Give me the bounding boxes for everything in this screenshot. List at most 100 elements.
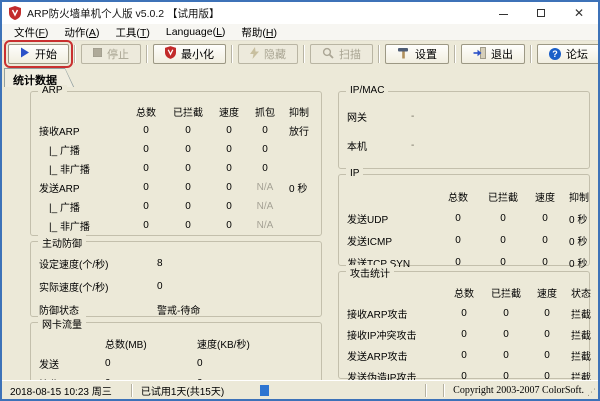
cell-value: 0 bbox=[247, 144, 283, 155]
arp-group-title: ARP bbox=[38, 85, 67, 96]
toolbar-button-settings[interactable]: 设置 bbox=[385, 44, 449, 64]
cell-value: 0 bbox=[445, 329, 483, 340]
menu-item-a[interactable]: 动作(A) bbox=[56, 24, 107, 41]
cell-value: 0 bbox=[151, 281, 317, 292]
cell-value: 0 bbox=[445, 350, 483, 361]
column-header: 总数 bbox=[437, 189, 479, 204]
row-label: |_ 广播 bbox=[39, 199, 127, 214]
menu-item-l[interactable]: Language(L) bbox=[158, 25, 234, 39]
window-controls: ✕ bbox=[484, 2, 598, 24]
toolbar-button-label: 隐藏 bbox=[264, 46, 286, 62]
table-row: 本机- bbox=[347, 131, 585, 160]
cell-extra: 放行 bbox=[283, 123, 317, 138]
cell-value: 0 bbox=[479, 257, 527, 268]
status-bar: 2018-08-15 10:23 周三 已试用1天(共15天) Copyrigh… bbox=[2, 380, 598, 399]
table-row: 网关- bbox=[347, 102, 585, 131]
toolbar-button-minimize[interactable]: 最小化 bbox=[153, 44, 226, 64]
table-row: 发送ICMP0000 秒 bbox=[347, 229, 585, 251]
row-label: 接收ARP bbox=[39, 123, 127, 138]
cell-value: 0 bbox=[529, 329, 565, 340]
row-label: 接收IP冲突攻击 bbox=[347, 327, 445, 342]
attack-stats-group: 攻击统计 总数已拦截速度状态接收ARP攻击000拦截接收IP冲突攻击000拦截发… bbox=[338, 271, 590, 379]
cell-value: 0 bbox=[165, 144, 211, 155]
close-icon[interactable]: ✕ bbox=[560, 2, 598, 24]
cell-value: 8 bbox=[151, 258, 317, 269]
table-row: 实际速度(个/秒)0 bbox=[39, 275, 317, 298]
status-empty bbox=[427, 381, 443, 399]
menu-bar: 文件(F)动作(A)工具(T)Language(L)帮助(H) bbox=[2, 24, 598, 41]
maximize-icon[interactable] bbox=[522, 2, 560, 24]
table-header-row: 总数已拦截速度抑制 bbox=[347, 185, 585, 207]
toolbar-button-label: 扫描 bbox=[339, 46, 361, 62]
question-icon: ? bbox=[549, 48, 561, 60]
column-header: 速度(KB/秒) bbox=[197, 336, 317, 351]
stop-icon bbox=[93, 48, 102, 60]
toolbar-button-start[interactable]: 开始 bbox=[8, 44, 69, 64]
cell-value: 0 bbox=[445, 308, 483, 319]
toolbar-button-scan[interactable]: 扫描 bbox=[310, 44, 373, 64]
menu-item-h[interactable]: 帮助(H) bbox=[233, 24, 285, 41]
ip-mac-group: IP/MAC 网关-本机- bbox=[338, 91, 590, 169]
toolbar-button-exit[interactable]: 退出 bbox=[461, 44, 525, 64]
table-row: 接收IP冲突攻击000拦截 bbox=[347, 324, 585, 345]
cell-value: 0 bbox=[211, 163, 247, 174]
status-copyright: Copyright 2003-2007 ColorSoft. bbox=[445, 381, 598, 399]
resize-grip-icon[interactable]: ⋰ bbox=[587, 387, 596, 398]
ip-group-title: IP bbox=[346, 168, 363, 179]
cell-extra: 拦截 bbox=[565, 306, 591, 321]
toolbar-button-forum[interactable]: ? 论坛 bbox=[537, 44, 600, 64]
minimize-icon[interactable] bbox=[484, 2, 522, 24]
left-column: ARP 总数已拦截速度抓包抑制接收ARP0000放行|_ 广播0000|_ 非广… bbox=[30, 91, 322, 391]
cell-extra: 0 秒 bbox=[563, 233, 587, 248]
cell-value: 0 bbox=[165, 182, 211, 193]
toolbar-button-stop[interactable]: 停止 bbox=[81, 44, 141, 64]
exit-door-icon bbox=[473, 47, 486, 62]
menu-item-f[interactable]: 文件(F) bbox=[6, 24, 56, 41]
cell-extra: 0 秒 bbox=[283, 180, 317, 195]
row-label: 设定速度(个/秒) bbox=[39, 256, 151, 271]
active-defense-group-title: 主动防御 bbox=[38, 235, 86, 250]
status-trial-text: 已试用1天(共15天) bbox=[141, 383, 224, 398]
tab-strip: 统计数据 bbox=[2, 67, 598, 87]
app-shield-icon bbox=[165, 46, 176, 62]
active-defense-group: 主动防御 设定速度(个/秒)8实际速度(个/秒)0防御状态警戒-待命 bbox=[30, 241, 322, 317]
toolbar-button-hide[interactable]: 隐藏 bbox=[238, 44, 298, 64]
cell-value: 0 bbox=[437, 235, 479, 246]
cell-value: 0 bbox=[127, 201, 165, 212]
table-row: 接收ARP0000放行 bbox=[39, 121, 317, 140]
row-label: 防御状态 bbox=[39, 302, 151, 317]
column-header: 速度 bbox=[211, 104, 247, 119]
cell-value: 0 bbox=[527, 235, 563, 246]
play-icon bbox=[20, 47, 30, 61]
hammer-icon bbox=[397, 47, 410, 62]
trial-marker-icon bbox=[260, 385, 269, 396]
row-label: 本机 bbox=[347, 138, 405, 153]
status-trial: 已试用1天(共15天) bbox=[133, 381, 425, 399]
cell-value: 0 bbox=[105, 358, 197, 369]
column-header: 抓包 bbox=[247, 104, 283, 119]
cell-value: N/A bbox=[247, 182, 283, 193]
cell-value: 0 bbox=[527, 257, 563, 268]
table-row: |_ 非广播000N/A bbox=[39, 216, 317, 235]
cell-value: 0 bbox=[165, 163, 211, 174]
title-bar: ARP防火墙单机个人版 v5.0.2 【试用版】 ✕ bbox=[2, 2, 598, 24]
table-row: |_ 广播0000 bbox=[39, 140, 317, 159]
app-window: ARP防火墙单机个人版 v5.0.2 【试用版】 ✕ 文件(F)动作(A)工具(… bbox=[0, 0, 600, 401]
row-label: 发送ARP bbox=[39, 180, 127, 195]
toolbar-separator bbox=[454, 45, 456, 63]
toolbar-separator bbox=[74, 45, 76, 63]
cell-extra: 拦截 bbox=[565, 348, 591, 363]
column-header: 状态 bbox=[565, 285, 591, 300]
toolbar-button-label: 论坛 bbox=[566, 46, 588, 62]
toolbar-button-label: 退出 bbox=[491, 46, 513, 62]
statistics-page: ARP 总数已拦截速度抓包抑制接收ARP0000放行|_ 广播0000|_ 非广… bbox=[2, 87, 598, 380]
column-header: 总数 bbox=[127, 104, 165, 119]
cell-value: 0 bbox=[211, 125, 247, 136]
toolbar-separator bbox=[146, 45, 148, 63]
cell-value: 0 bbox=[483, 308, 529, 319]
table-row: |_ 广播000N/A bbox=[39, 197, 317, 216]
table-row: 发送UDP0000 秒 bbox=[347, 207, 585, 229]
menu-item-t[interactable]: 工具(T) bbox=[107, 24, 157, 41]
cell-value: 0 bbox=[127, 144, 165, 155]
toolbar-separator bbox=[530, 45, 532, 63]
